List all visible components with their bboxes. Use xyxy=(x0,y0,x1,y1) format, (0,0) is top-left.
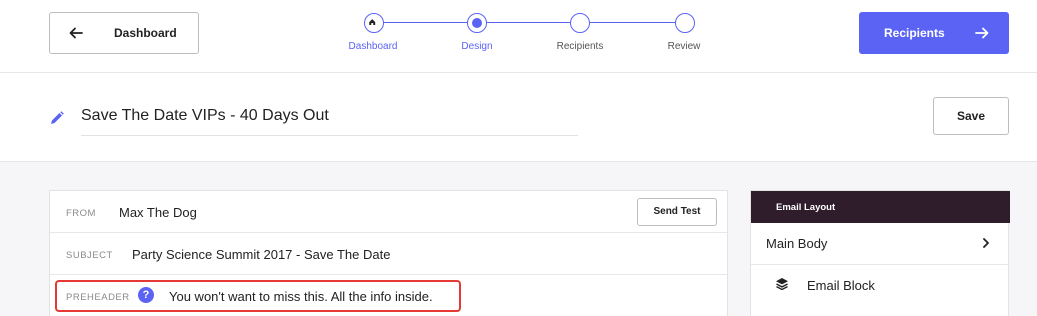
pencil-icon[interactable] xyxy=(49,110,65,126)
subject-field[interactable]: Party Science Summit 2017 - Save The Dat… xyxy=(132,247,390,262)
from-row: FROM Max The Dog Send Test xyxy=(50,191,727,233)
layers-icon xyxy=(776,278,788,291)
main-body-section[interactable]: Main Body xyxy=(751,223,1008,265)
campaign-title-input[interactable]: Save The Date VIPs - 40 Days Out xyxy=(81,107,329,125)
step-recipients[interactable] xyxy=(570,13,590,33)
step-label-design: Design xyxy=(461,41,493,52)
panel-header: Email Layout xyxy=(751,191,1010,223)
arrow-right-icon xyxy=(975,27,989,39)
step-connector xyxy=(486,22,575,23)
email-block-item[interactable]: Email Block xyxy=(751,265,1008,307)
next-button-label: Recipients xyxy=(884,26,945,40)
step-label-review: Review xyxy=(667,41,701,52)
save-button[interactable]: Save xyxy=(933,97,1009,135)
step-dashboard[interactable] xyxy=(364,13,384,33)
arrow-left-icon xyxy=(69,27,83,39)
back-to-dashboard-button[interactable]: Dashboard xyxy=(49,12,199,54)
step-connector xyxy=(383,22,478,23)
panel-header-title: Email Layout xyxy=(776,202,836,213)
step-label-dashboard: Dashboard xyxy=(348,41,398,52)
subject-row: SUBJECT Party Science Summit 2017 - Save… xyxy=(50,233,727,275)
title-underline xyxy=(81,135,578,136)
step-design[interactable] xyxy=(467,13,487,33)
step-connector xyxy=(590,22,677,23)
home-icon xyxy=(369,19,376,26)
send-test-button[interactable]: Send Test xyxy=(637,198,717,226)
chevron-right-icon xyxy=(983,238,989,248)
from-label: FROM xyxy=(66,208,96,219)
progress-stepper: Dashboard Design Recipients Review xyxy=(340,12,720,62)
from-field[interactable]: Max The Dog xyxy=(119,205,197,220)
email-block-label: Email Block xyxy=(807,278,875,293)
email-layout-panel: Email Layout Main Body Email Block xyxy=(750,190,1010,316)
step-review[interactable] xyxy=(675,13,695,33)
back-button-label: Dashboard xyxy=(114,26,177,40)
step-label-recipients: Recipients xyxy=(556,41,604,52)
subject-label: SUBJECT xyxy=(66,250,113,261)
next-recipients-button[interactable]: Recipients xyxy=(859,12,1009,54)
preheader-highlight xyxy=(55,280,461,312)
main-body-label: Main Body xyxy=(766,236,828,251)
